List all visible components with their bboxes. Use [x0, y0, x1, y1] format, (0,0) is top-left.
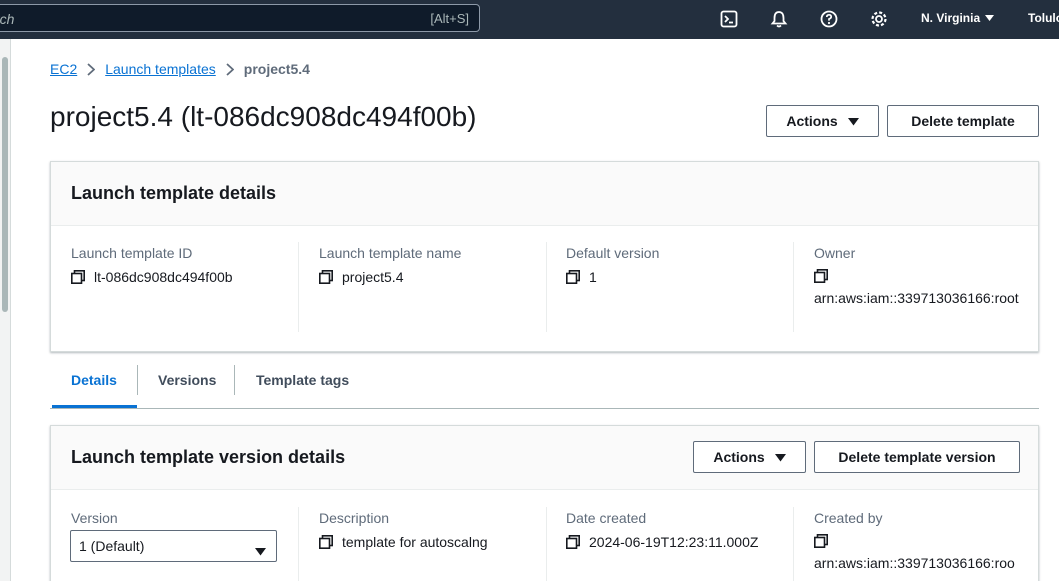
breadcrumb: EC2 Launch templates project5.4	[50, 61, 310, 77]
column-divider	[298, 507, 299, 581]
field-value: 1	[589, 269, 597, 285]
field-value: 2024-06-19T12:23:11.000Z	[589, 534, 759, 550]
actions-button[interactable]: Actions	[766, 105, 879, 137]
help-icon[interactable]	[818, 8, 840, 30]
field-created-by: Created by arn:aws:iam::339713036166:roo	[814, 510, 1024, 574]
page-title: project5.4 (lt-086dc908dc494f00b)	[50, 101, 477, 132]
card-title: Launch template details	[71, 183, 277, 203]
breadcrumb-link-ec2[interactable]: EC2	[50, 61, 77, 77]
field-date-created: Date created 2024-06-19T12:23:11.000Z	[566, 510, 758, 550]
notifications-icon[interactable]	[768, 8, 790, 30]
caret-down-icon	[985, 11, 995, 25]
cloudshell-icon[interactable]	[718, 8, 740, 30]
region-selector[interactable]: N. Virginia	[921, 11, 995, 25]
chevron-right-icon	[226, 62, 234, 76]
column-divider	[793, 507, 794, 581]
delete-template-version-label: Delete template version	[838, 449, 996, 465]
column-divider	[793, 242, 794, 332]
delete-template-label: Delete template	[911, 113, 1015, 129]
copy-icon[interactable]	[566, 270, 580, 284]
copy-icon[interactable]	[566, 535, 580, 549]
actions-button-label: Actions	[713, 449, 765, 465]
search-input[interactable]: rch [Alt+S]	[0, 4, 480, 32]
field-label: Version	[71, 510, 118, 526]
caret-down-icon	[255, 543, 266, 559]
search-shortcut-hint: [Alt+S]	[430, 11, 469, 26]
tab-versions[interactable]: Versions	[158, 363, 216, 397]
version-select-value: 1 (Default)	[79, 538, 145, 554]
top-navigation-bar: rch [Alt+S] N. Virginia Tolulo	[0, 0, 1059, 39]
field-label: Launch template ID	[71, 245, 193, 261]
launch-template-details-card: Launch template details Launch template …	[50, 161, 1039, 352]
column-divider	[546, 507, 547, 581]
tab-bar: Details Versions Template tags	[50, 363, 1039, 409]
search-placeholder: rch	[0, 11, 15, 27]
copy-icon[interactable]	[814, 534, 828, 548]
field-value: lt-086dc908dc494f00b	[94, 269, 233, 285]
chevron-right-icon	[87, 62, 96, 76]
field-label: Description	[319, 510, 390, 526]
caret-down-icon	[847, 113, 859, 129]
field-owner: Owner arn:aws:iam::339713036166:root	[814, 245, 1024, 309]
field-launch-template-name: Launch template name project5.4	[319, 245, 461, 285]
account-menu[interactable]: Tolulo	[1028, 11, 1059, 25]
settings-icon[interactable]	[868, 8, 890, 30]
version-actions-button[interactable]: Actions	[693, 441, 806, 473]
field-label: Default version	[566, 245, 660, 261]
scrollbar-thumb[interactable]	[2, 57, 8, 312]
field-value: arn:aws:iam::339713036166:root	[814, 290, 1019, 306]
region-label: N. Virginia	[921, 11, 981, 25]
field-default-version: Default version 1	[566, 245, 659, 285]
field-description: Description template for autoscalng	[319, 510, 488, 550]
active-tab-indicator	[52, 405, 137, 408]
field-value: template for autoscalng	[342, 534, 488, 550]
field-value: arn:aws:iam::339713036166:roo	[814, 555, 1015, 571]
copy-icon[interactable]	[71, 270, 85, 284]
breadcrumb-current: project5.4	[243, 61, 310, 77]
card-header: Launch template details	[51, 162, 1038, 226]
breadcrumb-link-launch-templates[interactable]: Launch templates	[105, 61, 216, 77]
version-select[interactable]: 1 (Default)	[70, 530, 277, 562]
field-label: Owner	[814, 245, 856, 261]
copy-icon[interactable]	[319, 270, 333, 284]
delete-template-button[interactable]: Delete template	[887, 105, 1039, 137]
delete-template-version-button[interactable]: Delete template version	[814, 441, 1020, 473]
tab-template-tags[interactable]: Template tags	[256, 363, 349, 397]
field-label: Date created	[566, 510, 647, 526]
tab-divider	[137, 365, 138, 395]
column-divider	[546, 242, 547, 332]
card-title: Launch template version details	[71, 447, 346, 467]
field-label: Created by	[814, 510, 883, 526]
field-version: Version	[71, 510, 118, 526]
field-launch-template-id: Launch template ID lt-086dc908dc494f00b	[71, 245, 233, 285]
field-value: project5.4	[342, 269, 404, 285]
copy-icon[interactable]	[814, 269, 828, 283]
left-scrollbar[interactable]	[0, 39, 11, 581]
actions-button-label: Actions	[786, 113, 838, 129]
column-divider	[298, 242, 299, 332]
tab-divider	[234, 365, 235, 395]
caret-down-icon	[774, 449, 786, 465]
field-label: Launch template name	[319, 245, 462, 261]
tab-details[interactable]: Details	[71, 363, 117, 397]
copy-icon[interactable]	[319, 535, 333, 549]
